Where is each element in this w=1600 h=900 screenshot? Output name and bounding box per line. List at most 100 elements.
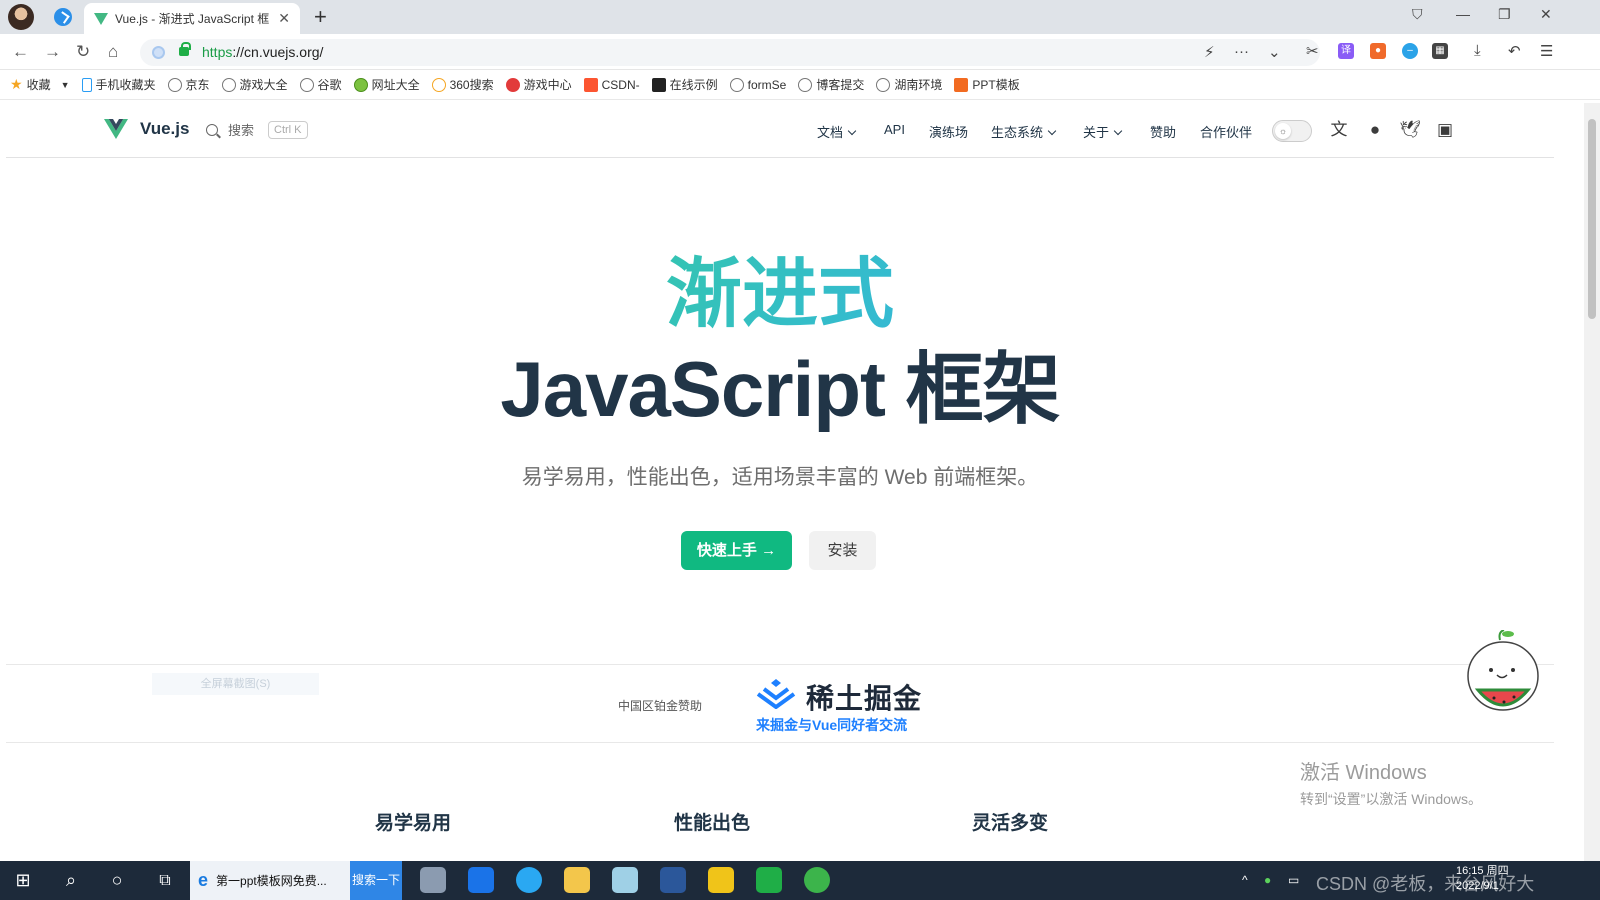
- taskbar-ie-window[interactable]: e 第一ppt模板网免费...: [190, 861, 350, 900]
- translate-ext-icon[interactable]: 译: [1338, 43, 1354, 59]
- page-scrollbar[interactable]: [1584, 103, 1600, 861]
- chevron-down-icon[interactable]: ⌄: [1268, 43, 1281, 61]
- theme-toggle[interactable]: ☼: [1272, 120, 1312, 142]
- 360-icon: [431, 77, 446, 92]
- watermelon-mascot-icon[interactable]: [1464, 630, 1542, 720]
- back-arrow-icon[interactable]: ←: [12, 42, 29, 62]
- fish-app-icon[interactable]: [420, 867, 446, 893]
- lightning-icon[interactable]: ⚡: [1204, 43, 1215, 61]
- minimize-button[interactable]: —: [1456, 6, 1470, 22]
- chevron-down-icon: [1047, 126, 1057, 136]
- feature-performant: 性能出色: [674, 813, 751, 834]
- phone-icon: [81, 77, 92, 92]
- nav-sponsor[interactable]: 赞助: [1150, 122, 1176, 141]
- browser-360-icon[interactable]: [804, 867, 830, 893]
- nav-docs[interactable]: 文档: [817, 122, 857, 141]
- bookmark-item[interactable]: 京东: [167, 76, 210, 93]
- juejin-name: 稀土掘金: [806, 683, 923, 714]
- star-icon: ★: [10, 76, 23, 92]
- nav-playground[interactable]: 演练场: [929, 122, 968, 141]
- url-text[interactable]: https://cn.vuejs.org/: [202, 44, 323, 60]
- url-input[interactable]: https://cn.vuejs.org/ ⚡ ··· ⌄: [140, 39, 1320, 66]
- sponsor-label: 中国区铂金赞助: [618, 699, 703, 713]
- reload-icon[interactable]: ↻: [76, 42, 90, 62]
- ie-window-title: 第一ppt模板网免费...: [216, 874, 327, 888]
- tab-close-icon[interactable]: ✕: [278, 10, 290, 27]
- vue-favicon-icon: [94, 12, 108, 25]
- cortana-icon[interactable]: ○: [104, 861, 130, 900]
- search-shortcut: Ctrl K: [268, 120, 308, 139]
- globe-icon: [221, 77, 236, 92]
- shield-icon[interactable]: [152, 46, 165, 59]
- pin-icon[interactable]: ⛉: [1412, 6, 1423, 23]
- windows-start-icon[interactable]: ⊞: [10, 861, 36, 900]
- restore-button[interactable]: ❐: [1498, 6, 1511, 23]
- chevron-down-icon: [1113, 126, 1123, 136]
- bookmark-item[interactable]: 游戏大全: [221, 76, 288, 93]
- bookmark-item[interactable]: 网址大全: [353, 76, 420, 93]
- get-started-button[interactable]: 快速上手 →: [681, 531, 792, 570]
- bookmark-item[interactable]: 360搜索: [431, 76, 494, 93]
- taskbar-clock[interactable]: 16:15 周四 2022/9/1: [1456, 864, 1509, 894]
- close-window-button[interactable]: ✕: [1540, 6, 1552, 23]
- twitter-icon[interactable]: 🕊: [1399, 119, 1421, 141]
- task-view-icon[interactable]: ⧉: [152, 861, 178, 900]
- juejin-slogan: 来掘金与Vue同好者交流: [756, 717, 908, 733]
- scrollbar-thumb[interactable]: [1588, 119, 1596, 319]
- telegram-icon[interactable]: [54, 8, 72, 26]
- game-ext-icon[interactable]: ●: [1370, 43, 1386, 59]
- nav-api[interactable]: API: [884, 122, 905, 137]
- search-label: 搜索: [228, 123, 255, 138]
- lock-icon[interactable]: [179, 42, 191, 56]
- tray-chevron-up-icon[interactable]: ^: [1242, 873, 1248, 887]
- feishu-app-icon[interactable]: [468, 867, 494, 893]
- nav-partners[interactable]: 合作伙伴: [1200, 122, 1252, 141]
- sponsor-section: 全屏幕截图(S) 中国区铂金赞助 稀土掘金 来掘金与Vue同好者交流: [6, 664, 1554, 743]
- tray-360-icon[interactable]: ●: [1264, 873, 1271, 887]
- file-explorer-icon[interactable]: [564, 867, 590, 893]
- bookmarks-bar: ★ 收藏 ▼ 手机收藏夹 京东 游戏大全 谷歌 网址大全 360搜索 游戏中心 CS…: [0, 70, 1600, 100]
- translate-icon[interactable]: 文: [1328, 119, 1350, 141]
- search-button[interactable]: 搜索 Ctrl K: [206, 120, 308, 139]
- download-icon[interactable]: ⤓: [1474, 42, 1481, 59]
- search-icon[interactable]: ⌕: [58, 861, 84, 900]
- bookmark-item[interactable]: 游戏中心: [505, 76, 572, 93]
- word-app-icon[interactable]: [660, 867, 686, 893]
- bookmark-item[interactable]: 博客提交: [798, 76, 864, 93]
- browser-tab-bar: Vue.js - 渐进式 JavaScript 框 ✕ + ⛉ — ❐ ✕: [0, 0, 1600, 34]
- address-bar: ← → ↻ ⌂ https://cn.vuejs.org/ ⚡ ··· ⌄ ✂ …: [0, 34, 1600, 70]
- taskbar-search-button[interactable]: 搜索一下: [350, 861, 402, 900]
- game-icon: [505, 77, 520, 92]
- hbuilder-app-icon[interactable]: [756, 867, 782, 893]
- k-app-icon[interactable]: [516, 867, 542, 893]
- bookmark-item[interactable]: 谷歌: [299, 76, 342, 93]
- bookmark-item[interactable]: CSDN-: [583, 77, 640, 92]
- bookmark-favorites[interactable]: ★ 收藏 ▼: [10, 76, 70, 93]
- bookmark-item[interactable]: 湖南环境: [876, 76, 942, 93]
- nav-about[interactable]: 关于: [1083, 122, 1123, 141]
- bookmark-item[interactable]: PPT模板: [954, 76, 1020, 93]
- tab-vuejs[interactable]: Vue.js - 渐进式 JavaScript 框 ✕: [84, 3, 300, 34]
- bookmark-item[interactable]: 在线示例: [651, 76, 718, 93]
- apps-grid-icon[interactable]: ▦: [1432, 43, 1448, 59]
- scissors-icon[interactable]: ✂: [1306, 42, 1319, 60]
- windows-activation-watermark: 激活 Windows 转到“设置”以激活 Windows。: [1300, 756, 1482, 809]
- install-button[interactable]: 安装: [809, 531, 876, 570]
- bookmark-item[interactable]: formSe: [729, 77, 786, 92]
- vue-logo-link[interactable]: Vue.js: [104, 117, 189, 141]
- home-icon[interactable]: ⌂: [108, 42, 118, 62]
- discord-icon[interactable]: ▣: [1434, 119, 1456, 141]
- notepad-app-icon[interactable]: [612, 867, 638, 893]
- bookmark-item[interactable]: 手机收藏夹: [81, 76, 156, 93]
- more-icon[interactable]: ···: [1234, 43, 1249, 60]
- minus-ext-icon[interactable]: –: [1402, 43, 1418, 59]
- battery-icon[interactable]: ▭: [1288, 873, 1299, 887]
- github-icon[interactable]: ●: [1364, 119, 1386, 141]
- nav-ecosystem[interactable]: 生态系统: [991, 122, 1057, 141]
- user-avatar[interactable]: [8, 4, 34, 30]
- new-tab-button[interactable]: +: [314, 4, 327, 30]
- undo-icon[interactable]: ↶: [1508, 42, 1521, 60]
- tool-app-icon[interactable]: [708, 867, 734, 893]
- forward-arrow-icon[interactable]: →: [44, 42, 61, 62]
- menu-icon[interactable]: ☰: [1540, 42, 1553, 60]
